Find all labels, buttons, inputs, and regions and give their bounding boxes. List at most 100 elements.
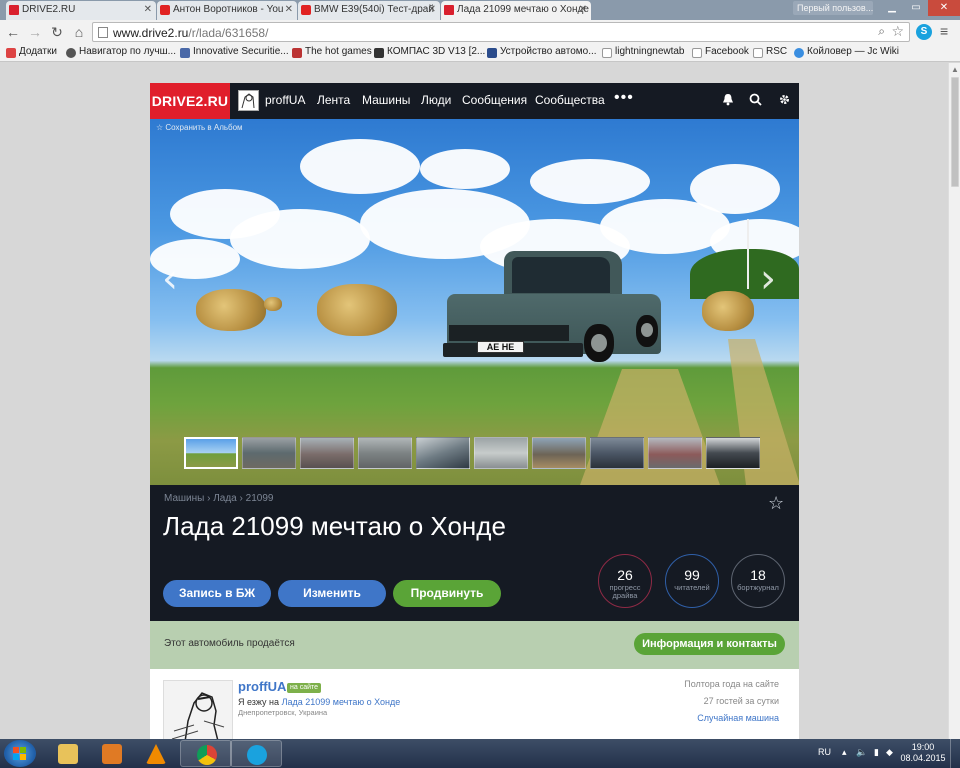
scroll-up-icon[interactable]: ▲ bbox=[951, 65, 959, 74]
photo-thumbnail[interactable] bbox=[648, 437, 702, 469]
breadcrumb: Машины › Лада › 21099 bbox=[164, 493, 274, 504]
show-desktop-button[interactable] bbox=[950, 739, 960, 768]
browser-tab[interactable]: DRIVE2.RU ✕ bbox=[6, 1, 156, 20]
search-icon[interactable] bbox=[746, 92, 764, 110]
bookmark-star-icon[interactable]: ☆ bbox=[891, 23, 904, 40]
minimize-icon[interactable]: ▁ bbox=[880, 0, 904, 16]
bookmark-item[interactable]: Койловер — Jc Wiki bbox=[794, 46, 899, 58]
bell-icon[interactable] bbox=[719, 92, 737, 110]
nav-username[interactable]: proffUA bbox=[265, 93, 305, 107]
close-icon[interactable]: ✕ bbox=[579, 4, 587, 15]
close-icon[interactable]: ✕ bbox=[285, 4, 293, 15]
car-icon bbox=[487, 48, 497, 58]
car-page-card: DRIVE2.RU proffUA Лента Машины Люди Сооб… bbox=[150, 83, 799, 739]
nav-item-cars[interactable]: Машины bbox=[362, 93, 410, 107]
next-photo-icon[interactable]: › bbox=[760, 259, 776, 299]
menu-icon[interactable]: ≡ bbox=[940, 24, 952, 38]
readers-stat[interactable]: 99 читателей bbox=[665, 554, 719, 608]
scrollbar-thumb[interactable] bbox=[951, 77, 959, 187]
photo-thumbnail[interactable] bbox=[532, 437, 586, 469]
browser-tab[interactable]: BMW E39(540i) Тест-драй ✕ bbox=[298, 1, 440, 20]
avatar[interactable] bbox=[163, 680, 233, 739]
promote-button[interactable]: Продвинуть bbox=[393, 580, 501, 607]
profile-button[interactable]: Первый пользов... bbox=[793, 1, 873, 15]
volume-icon[interactable]: 🔈 bbox=[856, 747, 867, 758]
photo-thumbnail[interactable] bbox=[416, 437, 470, 469]
maximize-icon[interactable]: ▭ bbox=[904, 0, 928, 16]
forward-icon[interactable]: → bbox=[26, 22, 44, 42]
vertical-scrollbar[interactable]: ▲ bbox=[948, 63, 960, 739]
online-badge: на сайте bbox=[287, 683, 322, 693]
bookmark-item[interactable]: Facebook bbox=[692, 46, 749, 58]
site-logo[interactable]: DRIVE2.RU bbox=[150, 83, 230, 119]
taskbar-chrome[interactable] bbox=[180, 740, 232, 767]
more-menu[interactable]: ••• bbox=[614, 89, 634, 107]
breadcrumb-item[interactable]: Машины bbox=[164, 493, 204, 504]
system-clock[interactable]: 19:00 08.04.2015 bbox=[900, 742, 946, 764]
skype-extension-icon[interactable]: S bbox=[916, 24, 932, 40]
random-car-link[interactable]: Случайная машина bbox=[697, 713, 779, 723]
gear-icon[interactable] bbox=[775, 92, 793, 110]
save-to-album-link[interactable]: ☆ Сохранить в Альбом bbox=[156, 123, 243, 132]
journal-entry-button[interactable]: Запись в БЖ bbox=[163, 580, 271, 607]
cloud bbox=[420, 149, 510, 189]
nav-item-people[interactable]: Люди bbox=[421, 93, 451, 107]
drive-progress-stat[interactable]: 26 прогресс драйва bbox=[598, 554, 652, 608]
logbook-stat[interactable]: 18 бортжурнал bbox=[731, 554, 785, 608]
browser-tab[interactable]: Антон Воротников - You ✕ bbox=[157, 1, 297, 20]
photo-thumbnail[interactable] bbox=[184, 437, 238, 469]
edit-button[interactable]: Изменить bbox=[278, 580, 386, 607]
prev-photo-icon[interactable]: ‹ bbox=[162, 259, 178, 299]
bookmark-item[interactable]: lightningnewtab bbox=[602, 46, 685, 58]
url-text[interactable]: www.drive2.ru/r/lada/631658/ bbox=[113, 26, 268, 40]
tray-app-icon[interactable]: ◆ bbox=[886, 747, 893, 758]
nav-item-feed[interactable]: Лента bbox=[317, 93, 350, 107]
photo-thumbnail[interactable] bbox=[474, 437, 528, 469]
photo-thumbnail[interactable] bbox=[300, 437, 354, 469]
car-grille bbox=[449, 325, 569, 341]
address-bar[interactable]: www.drive2.ru/r/lada/631658/ ⌕ ☆ bbox=[92, 22, 910, 42]
bookmark-item[interactable]: Навигатор по лучш... bbox=[66, 46, 176, 58]
owner-car-link[interactable]: Лада 21099 мечтаю о Хонде bbox=[282, 697, 401, 707]
back-icon[interactable]: ← bbox=[4, 22, 22, 42]
browser-tab-active[interactable]: Лада 21099 мечтаю о Хонде ✕ bbox=[441, 1, 591, 20]
network-icon[interactable]: ▮ bbox=[874, 747, 879, 758]
start-button[interactable] bbox=[4, 740, 36, 767]
taskbar-vlc[interactable] bbox=[130, 740, 182, 767]
bookmark-item[interactable]: RSC bbox=[753, 46, 787, 58]
nav-item-communities[interactable]: Сообщества bbox=[535, 93, 605, 107]
daily-guests: 27 гостей за сутки bbox=[703, 696, 779, 706]
license-plate: AE HE bbox=[477, 341, 524, 353]
language-indicator[interactable]: RU bbox=[818, 747, 831, 757]
tray-expand-icon[interactable]: ▴ bbox=[842, 747, 847, 758]
owner-name[interactable]: proffUA bbox=[238, 679, 286, 694]
home-icon[interactable]: ⌂ bbox=[70, 22, 88, 42]
info-contacts-button[interactable]: Информация и контакты bbox=[634, 633, 785, 655]
bookmark-item[interactable]: Устройство автомо... bbox=[487, 46, 597, 58]
bookmark-item[interactable]: Innovative Securitie... bbox=[180, 46, 289, 58]
reload-icon[interactable]: ↻ bbox=[48, 22, 66, 42]
favorite-star-icon[interactable]: ☆ bbox=[768, 493, 784, 514]
close-icon[interactable]: ✕ bbox=[428, 4, 436, 15]
nav-item-messages[interactable]: Сообщения bbox=[462, 93, 527, 107]
breadcrumb-item[interactable]: Лада bbox=[213, 493, 237, 504]
car-wheel bbox=[584, 324, 614, 362]
photo-thumbnail[interactable] bbox=[242, 437, 296, 469]
browser-tab-strip: DRIVE2.RU ✕ Антон Воротников - You ✕ BMW… bbox=[0, 0, 960, 20]
windows-icon bbox=[13, 747, 26, 760]
photo-thumbnail[interactable] bbox=[706, 437, 760, 469]
taskbar-skype[interactable] bbox=[230, 740, 282, 767]
photo-thumbnail[interactable] bbox=[590, 437, 644, 469]
close-icon[interactable]: ✕ bbox=[144, 4, 152, 15]
photo-thumbnail[interactable] bbox=[358, 437, 412, 469]
breadcrumb-item[interactable]: 21099 bbox=[246, 493, 274, 504]
search-icon[interactable]: ⌕ bbox=[878, 24, 885, 39]
avatar[interactable] bbox=[238, 90, 259, 111]
bookmark-item[interactable]: The hot games bbox=[292, 46, 372, 58]
owner-card: proffUA на сайте Я езжу на Лада 21099 ме… bbox=[150, 669, 799, 739]
window-close-icon[interactable]: ✕ bbox=[928, 0, 960, 16]
youtube-icon bbox=[160, 5, 170, 15]
car-photo-gallery[interactable]: AE HE ☆ Сохранить в Альбом ‹ › bbox=[150, 119, 799, 485]
bookmark-item[interactable]: КОМПАС 3D V13 [2... bbox=[374, 46, 485, 58]
bookmark-item[interactable]: Додатки bbox=[6, 46, 57, 58]
